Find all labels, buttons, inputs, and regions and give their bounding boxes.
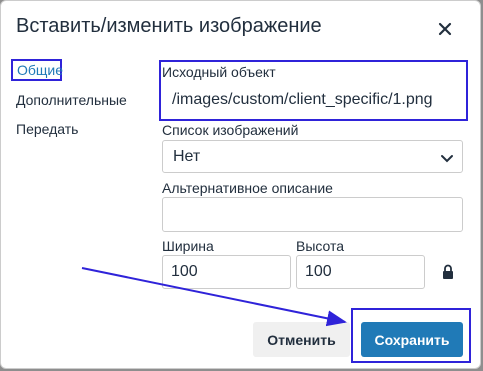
image-list-label: Список изображений [162, 122, 299, 138]
width-label: Ширина [162, 238, 214, 254]
image-dialog: Вставить/изменить изображение Общие Допо… [0, 0, 481, 369]
source-label: Исходный объект [162, 64, 276, 80]
dialog-title: Вставить/изменить изображение [16, 15, 322, 37]
tab-upload[interactable]: Передать [16, 121, 78, 137]
source-input[interactable] [163, 83, 463, 117]
cancel-button[interactable]: Отменить [253, 322, 350, 357]
close-icon [438, 22, 452, 36]
image-list-value: Нет [173, 148, 201, 165]
alt-input[interactable] [162, 197, 463, 232]
alt-label: Альтернативное описание [162, 180, 333, 196]
height-label: Высота [296, 238, 345, 254]
height-input[interactable] [296, 255, 425, 289]
tab-advanced[interactable]: Дополнительные [16, 92, 127, 108]
lock-icon[interactable] [442, 264, 454, 280]
image-list-select[interactable]: Нет [162, 140, 463, 173]
save-button[interactable]: Сохранить [361, 322, 463, 357]
close-button[interactable] [433, 17, 457, 41]
width-input[interactable] [162, 255, 291, 289]
chevron-down-icon [441, 155, 453, 163]
tab-general[interactable]: Общие [11, 59, 63, 81]
